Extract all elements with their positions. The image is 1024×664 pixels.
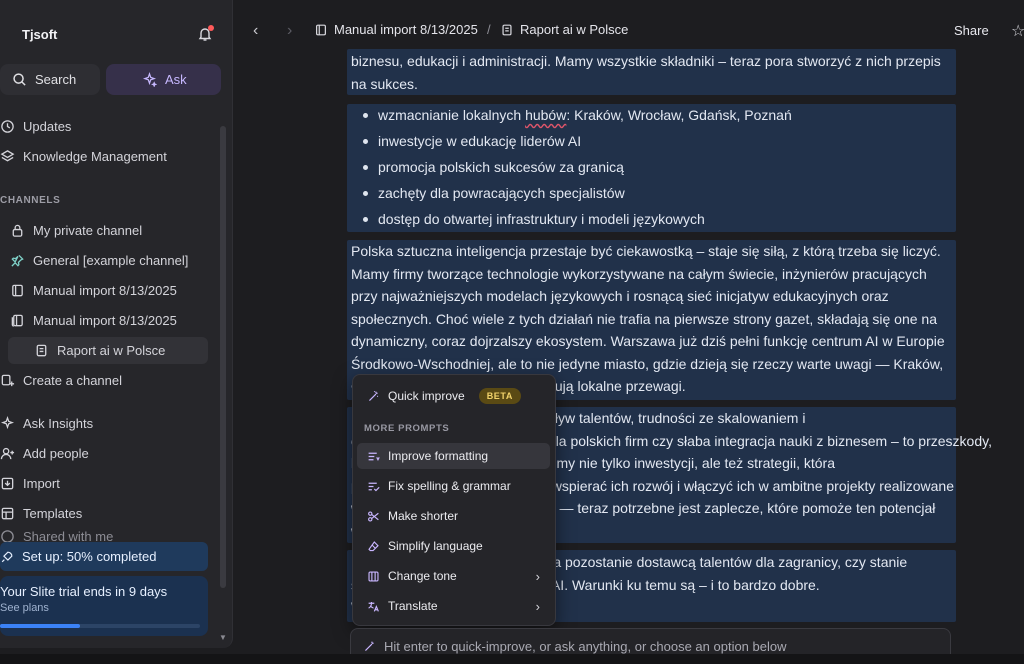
more-prompts-header: MORE PROMPTS [364,423,450,434]
spellcheck-icon [368,482,380,491]
paragraph-intro[interactable]: biznesu, edukacji i administracji. Mamy … [351,50,951,95]
sidebar-item-manual-import-2[interactable]: Manual import 8/13/2025 [0,307,177,333]
doc-icon [316,24,326,35]
scissors-icon [368,510,379,522]
wand-icon [365,641,374,651]
sidebar-scrollbar[interactable] [220,126,226,588]
beta-badge: BETA [478,388,521,404]
create-channel-button[interactable]: Create a channel [0,367,122,393]
search-icon [13,73,26,86]
clock-icon [1,119,14,133]
list-item[interactable]: zachęty dla powracających specjalistów [351,182,951,208]
list-item[interactable]: dostęp do otwartej infrastruktury i mode… [351,208,951,234]
sparkle-icon [0,415,15,429]
favorite-star-icon[interactable]: ☆ [1011,21,1024,41]
breadcrumb-raport-ai[interactable]: Raport ai w Polsce [500,22,628,37]
simplify-language-item[interactable]: Simplify language [357,533,550,559]
improve-formatting-item[interactable]: Improve formatting [357,443,550,469]
templates-icon [1,507,14,519]
trial-title: Your Slite trial ends in 9 days [0,584,168,599]
tone-icon [368,570,379,582]
workspace-name[interactable]: Tjsoft [22,27,57,42]
translate-icon [368,601,379,612]
sidebar-item-general-channel[interactable]: General [example channel] [0,247,188,273]
format-icon [368,452,380,461]
breadcrumb-separator: / [487,22,491,37]
docs-icon [11,314,23,327]
sparkle-icon [142,72,157,87]
sidebar-item-shared[interactable]: Shared with me [0,530,113,542]
ask-button[interactable]: Ask [106,64,221,95]
forward-arrow-icon[interactable]: › [287,22,292,40]
wand-icon [369,390,379,401]
sidebar-item-private-channel[interactable]: My private channel [0,217,142,243]
chevron-right-icon: › [535,598,540,614]
fix-spelling-item[interactable]: Fix spelling & grammar [357,473,550,499]
sidebar-item-manual-import-1[interactable]: Manual import 8/13/2025 [0,277,177,303]
breadcrumb-manual-import[interactable]: Manual import 8/13/2025 [314,22,478,37]
notification-dot [208,25,214,31]
doc-icon [12,284,23,296]
sidebar-item-updates[interactable]: Updates [0,113,71,139]
search-button[interactable]: Search [0,64,100,95]
sidebar-item-raport-ai[interactable]: Raport ai w Polsce [8,337,208,364]
spelling-error-word[interactable]: hubów [525,107,566,123]
lock-icon [12,224,23,237]
add-person-icon [0,447,15,459]
make-shorter-item[interactable]: Make shorter [357,503,550,529]
ai-prompt-input[interactable] [384,639,944,654]
sidebar-item-add-people[interactable]: Add people [0,440,89,466]
rocket-icon [1,551,13,562]
back-arrow-icon[interactable]: ‹ [253,22,258,40]
sidebar-item-ask-insights[interactable]: Ask Insights [0,410,93,436]
see-plans-link[interactable]: See plans [0,602,49,614]
page-icon [502,24,512,35]
list-item[interactable]: inwestycje w edukację liderów AI [351,130,951,156]
add-channel-icon [1,374,15,386]
sidebar-item-templates[interactable]: Templates [0,500,82,526]
change-tone-item[interactable]: Change tone › [357,563,550,589]
chevron-right-icon: › [535,568,540,584]
import-icon [1,477,14,489]
setup-progress-card[interactable]: Set up: 50% completed [0,542,208,571]
bullet-list[interactable]: wzmacnianie lokalnych hubów: Kraków, Wro… [351,104,951,234]
ai-prompt-menu: Quick improve BETA MORE PROMPTS Improve … [352,374,556,626]
notifications-bell-icon[interactable] [197,25,214,42]
list-item[interactable]: wzmacnianie lokalnych hubów: Kraków, Wro… [351,104,951,130]
trial-card[interactable]: Your Slite trial ends in 9 days See plan… [0,576,208,636]
layers-icon [0,149,15,161]
taskbar [0,654,1024,664]
search-label: Search [35,72,77,87]
quick-improve-item[interactable]: Quick improve BETA [357,383,550,409]
pin-icon [11,254,24,267]
trial-progress-fill [0,624,80,628]
sidebar-item-knowledge-management[interactable]: Knowledge Management [0,143,167,169]
list-item[interactable]: promocja polskich sukcesów za granicą [351,156,951,182]
eraser-icon [368,540,379,551]
sidebar-item-import[interactable]: Import [0,470,60,496]
channels-header: CHANNELS [0,195,61,206]
scroll-down-arrow-icon[interactable]: ▼ [219,633,227,642]
ask-label: Ask [165,72,187,87]
sidebar: Tjsoft Search Ask Updates Knowledge Mana… [0,0,233,648]
share-button[interactable]: Share [954,23,989,38]
translate-item[interactable]: Translate › [357,593,550,619]
shared-icon [1,530,14,542]
page-icon [36,344,47,357]
trial-progress-bar [0,624,200,628]
